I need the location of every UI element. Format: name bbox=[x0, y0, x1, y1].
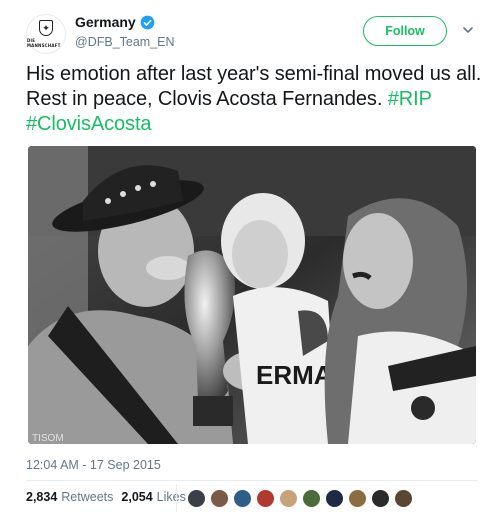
likes-label[interactable]: Likes bbox=[157, 490, 186, 504]
avatar-label: DIE MANNSCHAFT bbox=[27, 38, 61, 48]
account-handle[interactable]: @DFB_Team_EN bbox=[75, 35, 175, 49]
stats-separator bbox=[176, 484, 177, 512]
chevron-down-icon[interactable] bbox=[462, 24, 474, 36]
tweet-photo[interactable]: ERMA TISOM bbox=[28, 146, 476, 444]
liker-avatar-5[interactable] bbox=[279, 489, 298, 508]
liker-avatar-2[interactable] bbox=[210, 489, 229, 508]
verified-badge-icon bbox=[140, 15, 155, 29]
avatar[interactable]: ✦ DIE MANNSCHAFT bbox=[26, 14, 66, 54]
liker-avatar-10[interactable] bbox=[394, 489, 413, 508]
name-row: Germany bbox=[75, 14, 155, 30]
photo-illustration: ERMA TISOM bbox=[28, 146, 476, 444]
liker-avatar-1[interactable] bbox=[187, 489, 206, 508]
liker-avatar-9[interactable] bbox=[371, 489, 390, 508]
liker-avatar-4[interactable] bbox=[256, 489, 275, 508]
liker-avatars bbox=[187, 489, 417, 508]
tweet-stats: 2,834 Retweets 2,054 Likes bbox=[26, 490, 194, 504]
tweet-text: His emotion after last year's semi-final… bbox=[26, 62, 491, 137]
retweets-label[interactable]: Retweets bbox=[61, 490, 113, 504]
likes-count[interactable]: 2,054 bbox=[121, 490, 152, 504]
tweet-timestamp[interactable]: 12:04 AM - 17 Sep 2015 bbox=[26, 458, 161, 472]
shirt-text: ERMA bbox=[256, 360, 333, 390]
retweets-count[interactable]: 2,834 bbox=[26, 490, 57, 504]
dfb-crest-icon: ✦ bbox=[39, 20, 53, 36]
liker-avatar-8[interactable] bbox=[348, 489, 367, 508]
display-name[interactable]: Germany bbox=[75, 14, 136, 30]
hashtag-rip[interactable]: #RIP bbox=[388, 88, 432, 110]
liker-avatar-7[interactable] bbox=[325, 489, 344, 508]
liker-avatar-3[interactable] bbox=[233, 489, 252, 508]
hashtag-clovisacosta[interactable]: #ClovisAcosta bbox=[26, 113, 152, 135]
divider bbox=[26, 480, 478, 481]
tweet-header: ✦ DIE MANNSCHAFT Germany @DFB_Team_EN Fo… bbox=[26, 12, 486, 54]
liker-avatar-6[interactable] bbox=[302, 489, 321, 508]
image-corner-text: TISOM bbox=[32, 433, 64, 444]
follow-button[interactable]: Follow bbox=[363, 16, 447, 46]
